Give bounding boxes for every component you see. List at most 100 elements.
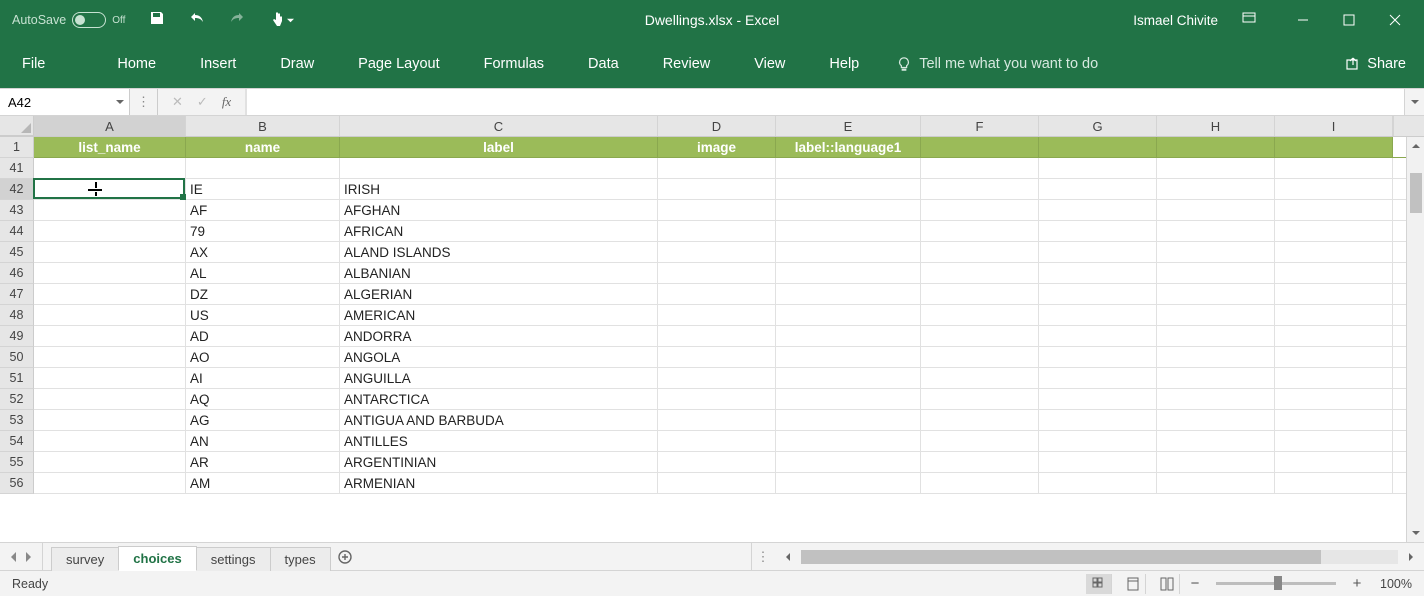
cell[interactable] <box>921 347 1039 367</box>
cell[interactable] <box>658 389 776 409</box>
header-cell[interactable] <box>921 137 1039 157</box>
cell[interactable] <box>1157 473 1275 493</box>
cell[interactable] <box>658 200 776 220</box>
cell[interactable] <box>1039 410 1157 430</box>
cell[interactable] <box>340 158 658 178</box>
row-head[interactable]: 44 <box>0 221 34 242</box>
cell[interactable] <box>1039 221 1157 241</box>
sheet-tab-types[interactable]: types <box>270 547 331 571</box>
header-cell[interactable] <box>1275 137 1393 157</box>
col-head-c[interactable]: C <box>340 116 658 136</box>
cell[interactable] <box>1275 179 1393 199</box>
cell[interactable] <box>34 221 186 241</box>
col-head-g[interactable]: G <box>1039 116 1157 136</box>
cell[interactable] <box>1275 200 1393 220</box>
row-head[interactable]: 50 <box>0 347 34 368</box>
cell[interactable] <box>1275 431 1393 451</box>
cell[interactable] <box>776 305 921 325</box>
row-head[interactable]: 45 <box>0 242 34 263</box>
cell[interactable] <box>1039 368 1157 388</box>
cell[interactable] <box>658 326 776 346</box>
cell[interactable] <box>776 347 921 367</box>
cell[interactable] <box>1157 452 1275 472</box>
cell[interactable] <box>1039 389 1157 409</box>
cell[interactable]: DZ <box>186 284 340 304</box>
cell[interactable] <box>776 221 921 241</box>
cell[interactable] <box>34 368 186 388</box>
cell[interactable]: AFRICAN <box>340 221 658 241</box>
cell[interactable] <box>921 263 1039 283</box>
cell[interactable] <box>1275 368 1393 388</box>
horizontal-scrollbar[interactable] <box>775 543 1424 570</box>
view-normal-button[interactable] <box>1086 574 1112 594</box>
cell[interactable] <box>658 368 776 388</box>
col-head-d[interactable]: D <box>658 116 776 136</box>
cell[interactable] <box>658 347 776 367</box>
cell[interactable] <box>34 347 186 367</box>
header-cell[interactable]: list_name <box>34 137 186 157</box>
cell[interactable] <box>1275 410 1393 430</box>
formula-bar-expand-icon[interactable] <box>1404 89 1424 115</box>
select-all-corner[interactable] <box>0 116 34 136</box>
cell[interactable] <box>34 242 186 262</box>
cell[interactable] <box>921 158 1039 178</box>
cell[interactable] <box>1039 284 1157 304</box>
cell[interactable] <box>1275 473 1393 493</box>
cell[interactable] <box>776 368 921 388</box>
cell[interactable] <box>34 179 186 199</box>
row-head[interactable]: 56 <box>0 473 34 494</box>
tell-me-input[interactable]: Tell me what you want to do <box>881 56 1098 72</box>
tab-formulas[interactable]: Formulas <box>462 40 566 88</box>
tab-separator[interactable]: ⋮ <box>751 543 775 570</box>
cell[interactable]: ANTARCTICA <box>340 389 658 409</box>
row-head[interactable]: 52 <box>0 389 34 410</box>
share-button[interactable]: Share <box>1345 56 1424 72</box>
cell[interactable] <box>1157 326 1275 346</box>
cell[interactable] <box>34 326 186 346</box>
cell[interactable] <box>1039 263 1157 283</box>
cell[interactable] <box>1275 389 1393 409</box>
cell[interactable] <box>1157 305 1275 325</box>
cell[interactable] <box>34 158 186 178</box>
cell[interactable] <box>1157 179 1275 199</box>
cell[interactable] <box>34 452 186 472</box>
cell[interactable]: AM <box>186 473 340 493</box>
vertical-scrollbar[interactable] <box>1406 137 1424 542</box>
cell[interactable] <box>921 473 1039 493</box>
cell[interactable] <box>776 179 921 199</box>
hscroll-thumb[interactable] <box>801 550 1321 564</box>
cell[interactable] <box>658 221 776 241</box>
zoom-slider-thumb[interactable] <box>1274 576 1282 590</box>
confirm-icon[interactable]: ✓ <box>197 94 208 110</box>
cell[interactable] <box>921 221 1039 241</box>
cell[interactable] <box>1275 452 1393 472</box>
cell[interactable] <box>658 431 776 451</box>
view-page-layout-button[interactable] <box>1120 574 1146 594</box>
row-head[interactable]: 53 <box>0 410 34 431</box>
cell[interactable] <box>776 263 921 283</box>
row-head[interactable]: 54 <box>0 431 34 452</box>
cell[interactable] <box>1039 200 1157 220</box>
cell[interactable] <box>658 179 776 199</box>
hscroll-right-icon[interactable] <box>1402 548 1420 566</box>
cell[interactable] <box>921 284 1039 304</box>
col-head-b[interactable]: B <box>186 116 340 136</box>
row-head[interactable]: 51 <box>0 368 34 389</box>
cell[interactable] <box>921 389 1039 409</box>
row-head[interactable]: 55 <box>0 452 34 473</box>
zoom-in-button[interactable]: + <box>1350 575 1364 592</box>
cell[interactable]: ANTILLES <box>340 431 658 451</box>
cell[interactable] <box>1039 431 1157 451</box>
cell[interactable] <box>658 452 776 472</box>
cell[interactable]: AI <box>186 368 340 388</box>
fx-icon[interactable]: fx <box>222 94 231 110</box>
tab-next-icon[interactable] <box>24 552 32 562</box>
scroll-up-icon[interactable] <box>1407 137 1424 155</box>
cell[interactable] <box>658 305 776 325</box>
cell[interactable] <box>921 326 1039 346</box>
autosave-control[interactable]: AutoSave Off <box>0 12 137 28</box>
cell[interactable] <box>1275 158 1393 178</box>
row-head[interactable]: 41 <box>0 158 34 179</box>
row-head[interactable]: 48 <box>0 305 34 326</box>
vscroll-thumb[interactable] <box>1410 173 1422 213</box>
